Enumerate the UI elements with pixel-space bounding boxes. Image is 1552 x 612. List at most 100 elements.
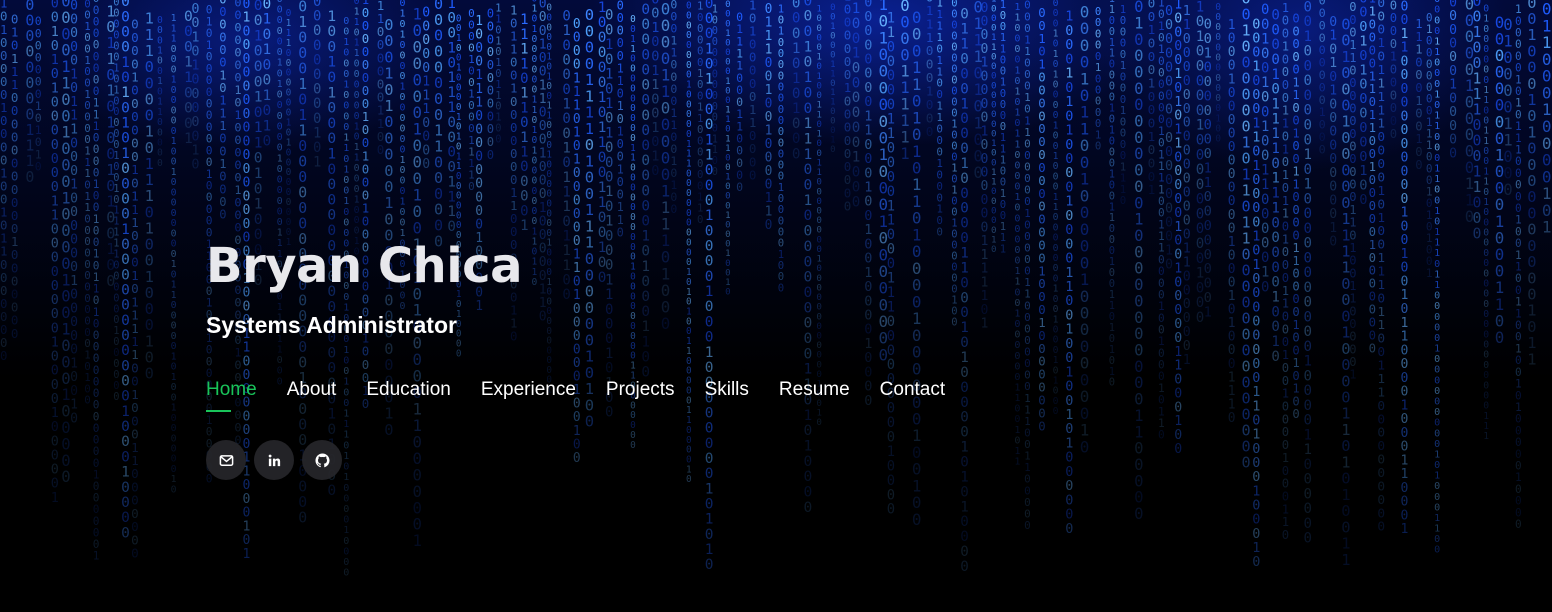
svg-text:0: 0 (1174, 206, 1182, 221)
svg-text:0: 0 (70, 246, 78, 261)
svg-text:1: 1 (1473, 102, 1482, 119)
svg-text:0: 0 (354, 111, 360, 122)
svg-text:0: 0 (1304, 339, 1313, 355)
svg-text:1: 1 (1434, 47, 1440, 58)
nav-item-projects[interactable]: Projects (606, 378, 675, 412)
email-link-button[interactable] (206, 440, 246, 480)
svg-text:1: 1 (1014, 457, 1020, 468)
svg-text:1: 1 (1014, 309, 1020, 320)
svg-text:0: 0 (981, 28, 989, 43)
linkedin-link-button[interactable] (254, 440, 294, 480)
svg-text:1: 1 (400, 155, 406, 166)
svg-text:0: 0 (51, 463, 59, 478)
svg-text:0: 0 (749, 167, 757, 182)
svg-text:1: 1 (1434, 206, 1440, 217)
svg-text:0: 0 (1292, 407, 1299, 421)
svg-text:0: 0 (1134, 489, 1143, 507)
svg-text:1: 1 (1434, 238, 1440, 249)
svg-text:1: 1 (1304, 427, 1313, 443)
svg-text:1: 1 (1271, 186, 1280, 202)
svg-text:0: 0 (641, 17, 650, 33)
svg-text:1: 1 (562, 185, 570, 201)
svg-text:0: 0 (1038, 161, 1045, 175)
svg-text:0: 0 (562, 67, 570, 83)
svg-text:1: 1 (725, 29, 730, 39)
nav-item-contact[interactable]: Contact (880, 378, 945, 412)
svg-text:0: 0 (1134, 80, 1143, 98)
svg-text:1: 1 (51, 53, 59, 68)
svg-text:1: 1 (1014, 383, 1020, 394)
nav-item-home[interactable]: Home (206, 378, 257, 412)
svg-text:1: 1 (70, 356, 78, 371)
svg-text:0: 0 (1401, 164, 1409, 179)
svg-text:1: 1 (605, 37, 613, 53)
svg-text:1: 1 (447, 189, 456, 205)
svg-text:0: 0 (277, 5, 283, 16)
svg-text:0: 0 (1329, 235, 1337, 250)
github-link-button[interactable] (302, 440, 342, 480)
svg-text:0: 0 (1390, 75, 1397, 89)
svg-text:0: 0 (121, 449, 130, 465)
svg-text:0: 0 (343, 154, 349, 165)
svg-text:0: 0 (1014, 97, 1020, 108)
svg-text:0: 0 (25, 168, 34, 186)
svg-text:0: 0 (1134, 260, 1143, 278)
svg-text:1: 1 (605, 214, 613, 230)
svg-text:0: 0 (1134, 456, 1143, 474)
svg-text:0: 0 (1165, 187, 1173, 202)
svg-text:1: 1 (520, 56, 528, 72)
svg-text:0: 0 (354, 215, 360, 226)
hero-section: 0101000001000010010110000000001011100000… (0, 0, 1552, 612)
svg-text:0: 0 (1304, 118, 1313, 134)
svg-text:0: 0 (1304, 457, 1313, 473)
svg-text:1: 1 (1473, 179, 1482, 196)
svg-text:0: 0 (1014, 171, 1020, 182)
svg-text:0: 0 (1473, 226, 1482, 243)
svg-text:0: 0 (1183, 130, 1191, 145)
svg-text:0: 0 (263, 0, 272, 13)
svg-text:0: 0 (641, 123, 650, 139)
nav-item-experience[interactable]: Experience (481, 378, 576, 412)
svg-text:0: 0 (51, 223, 59, 238)
svg-text:0: 0 (1304, 280, 1313, 296)
svg-text:0: 0 (121, 374, 130, 390)
svg-text:0: 0 (1165, 18, 1173, 33)
svg-text:1: 1 (1038, 264, 1045, 278)
svg-text:0: 0 (354, 80, 360, 91)
svg-text:0: 0 (1014, 76, 1020, 87)
svg-text:0: 0 (562, 9, 570, 25)
svg-text:0: 0 (1304, 0, 1313, 16)
svg-text:1: 1 (605, 67, 613, 83)
nav-item-resume[interactable]: Resume (779, 378, 850, 412)
svg-text:1: 1 (830, 136, 835, 146)
svg-text:1: 1 (400, 29, 406, 40)
svg-text:1: 1 (1271, 171, 1280, 187)
svg-text:0: 0 (400, 92, 406, 103)
nav-item-about[interactable]: About (287, 378, 337, 412)
svg-text:0: 0 (1304, 324, 1313, 340)
svg-text:0: 0 (1369, 147, 1376, 161)
svg-text:0: 0 (1304, 88, 1313, 104)
svg-text:1: 1 (792, 101, 801, 117)
svg-text:0: 0 (157, 158, 163, 169)
svg-text:0: 0 (1165, 32, 1173, 47)
svg-text:0: 0 (121, 161, 130, 177)
svg-text:0: 0 (1304, 383, 1313, 399)
svg-text:0: 0 (1165, 159, 1173, 174)
svg-text:1: 1 (1014, 139, 1020, 150)
svg-text:1: 1 (1390, 50, 1397, 64)
svg-text:0: 0 (778, 70, 784, 82)
nav-item-skills[interactable]: Skills (705, 378, 749, 412)
nav-item-education[interactable]: Education (366, 378, 451, 412)
svg-text:1: 1 (1174, 95, 1182, 110)
svg-text:0: 0 (1183, 339, 1191, 354)
svg-text:0: 0 (852, 165, 861, 181)
svg-text:0: 0 (447, 160, 456, 176)
svg-text:0: 0 (562, 111, 570, 127)
svg-text:0: 0 (830, 31, 835, 41)
svg-text:0: 0 (121, 358, 130, 374)
svg-text:1: 1 (1434, 89, 1440, 100)
svg-text:0: 0 (51, 293, 59, 308)
svg-text:1: 1 (605, 96, 613, 112)
svg-text:0: 0 (705, 178, 714, 194)
